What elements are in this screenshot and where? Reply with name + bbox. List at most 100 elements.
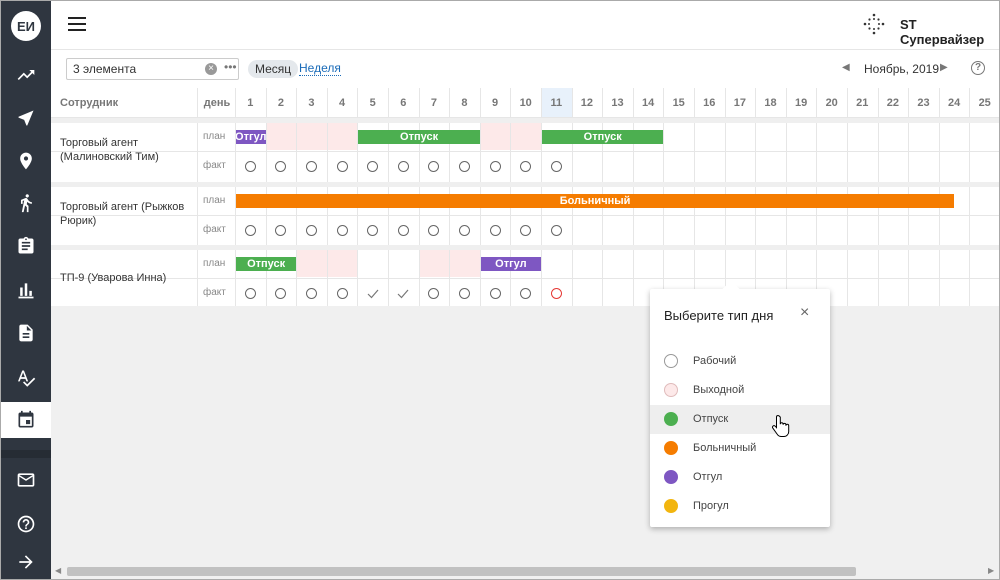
month-button[interactable]: Месяц <box>248 60 299 78</box>
horizontal-scrollbar[interactable]: ◀ ▶ <box>51 563 1000 580</box>
sidebar-divider <box>0 450 51 458</box>
day-type-option[interactable]: Отгул <box>650 463 830 492</box>
fact-circle[interactable] <box>459 161 470 172</box>
fact-circle[interactable] <box>367 225 379 236</box>
day-header-22: 22 <box>886 97 900 109</box>
fact-circle[interactable] <box>489 161 501 172</box>
day-type-bar[interactable]: Отпуск <box>236 257 297 271</box>
weekend-cell[interactable] <box>480 123 511 150</box>
fact-circle[interactable] <box>244 225 256 236</box>
weekend-cell[interactable] <box>419 250 450 277</box>
day-type-option[interactable]: Прогул <box>650 492 830 521</box>
day-header-17: 17 <box>733 97 747 109</box>
help-icon[interactable] <box>0 506 51 542</box>
send-icon[interactable] <box>0 100 51 136</box>
fact-label: факт <box>203 287 226 298</box>
day-header-12: 12 <box>580 97 594 109</box>
weekend-cell[interactable] <box>327 250 358 277</box>
fact-circle[interactable] <box>489 225 501 236</box>
trend-icon[interactable] <box>0 57 51 93</box>
day-type-bar[interactable]: Отпуск <box>358 130 480 144</box>
week-link[interactable]: Неделя <box>299 62 341 76</box>
weekend-cell[interactable] <box>266 123 297 150</box>
day-type-bar[interactable]: Отгул <box>480 257 541 271</box>
scroll-thumb[interactable] <box>67 567 856 576</box>
fact-circle[interactable] <box>306 161 317 172</box>
fact-circle[interactable] <box>367 161 379 172</box>
hamburger-menu-icon[interactable] <box>68 17 86 31</box>
next-period-icon[interactable]: ▶ <box>940 62 948 73</box>
prev-period-icon[interactable]: ◀ <box>842 62 850 73</box>
day-header-6: 6 <box>400 97 407 109</box>
user-name[interactable]: ST Супервайзер <box>900 17 1000 47</box>
fact-circle[interactable] <box>336 225 348 236</box>
day-type-bar[interactable]: Больничный <box>236 194 955 208</box>
fact-circle[interactable] <box>550 288 562 299</box>
schedule-grid: Сотрудник день 1 2 3 4 5 6 7 8 9 10 11 12 13 14 15 16 17… <box>51 88 1000 308</box>
day-type-label: Выходной <box>693 384 745 396</box>
check-icon[interactable] <box>397 289 409 299</box>
toolbar: 3 элемента × ••• Месяц Неделя ◀ Ноябрь, … <box>51 50 1000 88</box>
weekend-cell[interactable] <box>327 123 358 150</box>
fact-circle[interactable] <box>275 288 287 299</box>
close-icon[interactable]: × <box>800 304 809 322</box>
fact-circle[interactable] <box>275 225 287 236</box>
weekend-cell[interactable] <box>297 250 327 277</box>
fact-circle[interactable] <box>489 288 501 299</box>
day-header-19: 19 <box>794 97 808 109</box>
clipboard-icon[interactable] <box>0 228 51 264</box>
fact-circle[interactable] <box>306 288 317 299</box>
weekend-cell[interactable] <box>297 123 327 150</box>
day-header-20: 20 <box>825 97 838 109</box>
fact-circle[interactable] <box>428 161 440 172</box>
fact-circle[interactable] <box>459 225 470 236</box>
fact-circle[interactable] <box>459 288 470 299</box>
sidebar: ЕИ <box>0 0 51 580</box>
check-icon[interactable] <box>367 289 379 299</box>
fact-circle[interactable] <box>520 161 532 172</box>
weekend-cell[interactable] <box>450 250 480 277</box>
fact-circle[interactable] <box>306 225 317 236</box>
scroll-right-icon[interactable]: ▶ <box>988 566 994 575</box>
fact-circle[interactable] <box>275 161 287 172</box>
day-type-option[interactable]: Отпуск <box>650 405 830 434</box>
walking-icon[interactable] <box>0 185 51 221</box>
fact-circle[interactable] <box>244 161 256 172</box>
fact-circle[interactable] <box>520 288 532 299</box>
help-circle-icon[interactable]: ? <box>971 61 985 75</box>
empty-area <box>51 306 1000 580</box>
spellcheck-icon[interactable] <box>0 360 51 396</box>
location-icon[interactable] <box>0 143 51 179</box>
fact-circle[interactable] <box>520 225 532 236</box>
day-type-option[interactable]: Рабочий <box>650 347 830 376</box>
day-type-option[interactable]: Больничный <box>650 434 830 463</box>
plan-label: план <box>203 131 226 142</box>
scroll-left-icon[interactable]: ◀ <box>55 566 61 575</box>
weekend-cell[interactable] <box>511 123 541 150</box>
day-header-14: 14 <box>641 97 655 109</box>
calendar-icon[interactable] <box>0 402 51 438</box>
fact-circle[interactable] <box>244 288 256 299</box>
fact-label: факт <box>203 224 226 235</box>
fact-circle[interactable] <box>428 288 440 299</box>
fact-circle[interactable] <box>550 161 562 172</box>
day-type-option[interactable]: Выходной <box>650 376 830 405</box>
fact-circle[interactable] <box>550 225 562 236</box>
day-header-25: 25 <box>978 97 991 109</box>
clear-icon[interactable]: × <box>205 63 217 75</box>
arrow-right-icon[interactable] <box>0 544 51 580</box>
logo-icon <box>863 13 885 35</box>
day-header-7: 7 <box>430 97 437 109</box>
fact-circle[interactable] <box>336 161 348 172</box>
fact-circle[interactable] <box>397 225 409 236</box>
document-icon[interactable] <box>0 315 51 351</box>
more-icon[interactable]: ••• <box>224 60 237 74</box>
mail-icon[interactable] <box>0 462 51 498</box>
fact-circle[interactable] <box>336 288 348 299</box>
day-type-bar[interactable]: Отпуск <box>542 130 664 144</box>
day-type-bar[interactable]: Отгул <box>236 130 266 144</box>
bar-chart-icon[interactable] <box>0 272 51 308</box>
avatar[interactable]: ЕИ <box>11 11 41 41</box>
fact-circle[interactable] <box>397 161 409 172</box>
fact-circle[interactable] <box>428 225 440 236</box>
